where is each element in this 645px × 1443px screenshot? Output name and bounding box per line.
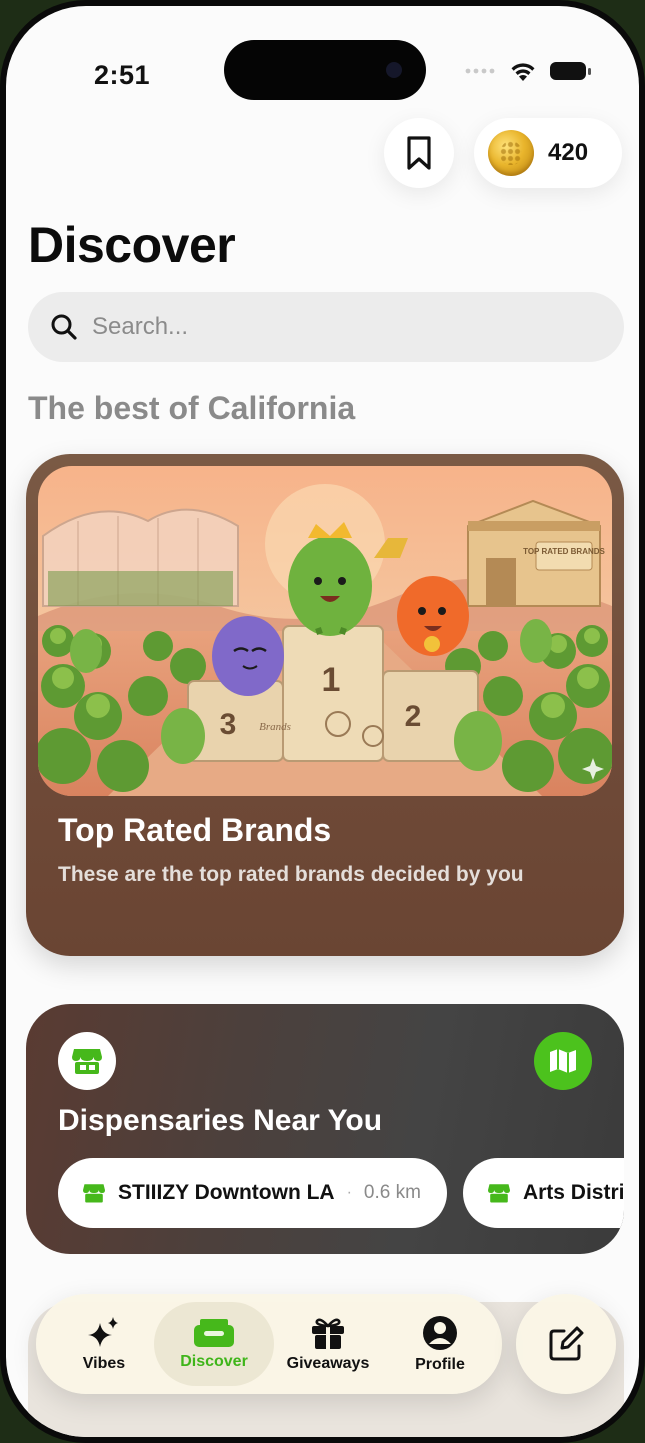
page-title: Discover [28, 217, 236, 273]
tab-bar: Vibes Discover Giveaways Profile [36, 1294, 502, 1394]
dispensary-chip[interactable]: STIIIZY Downtown LA · 0.6 km [58, 1158, 447, 1228]
separator-dot: · [346, 1184, 352, 1201]
person-icon [423, 1316, 457, 1350]
coin-count: 420 [548, 139, 589, 166]
store-icon [487, 1184, 510, 1203]
phone-frame: 2:51 420 Discover Search... The best of … [0, 0, 645, 1443]
third-place-character [212, 616, 284, 696]
bookmark-icon [407, 136, 431, 170]
second-place-character [397, 576, 469, 656]
tray-icon [194, 1319, 234, 1347]
search-input[interactable]: Search... [92, 313, 188, 341]
brands-card-title: Top Rated Brands [58, 812, 332, 848]
dynamic-island [224, 40, 426, 100]
tab-label: Vibes [82, 1355, 126, 1372]
top-rated-brands-card[interactable]: TOP RATED BRANDS 1 2 3 Brands Top Rated … [26, 454, 624, 956]
svg-text:Brands: Brands [259, 721, 291, 733]
compose-button[interactable] [516, 1294, 616, 1394]
svg-text:3: 3 [220, 708, 237, 741]
gift-icon [312, 1318, 344, 1349]
sparkles-icon [88, 1317, 118, 1347]
search-icon [51, 314, 77, 340]
brands-card-subtitle: These are the top rated brands decided b… [58, 863, 524, 886]
svg-text:TOP RATED BRANDS: TOP RATED BRANDS [523, 547, 605, 556]
dispensary-list: STIIIZY Downtown LA · 0.6 km Arts Distri… [58, 1158, 624, 1228]
store-badge [58, 1032, 116, 1090]
section-title: The best of California [28, 390, 356, 426]
svg-text:1: 1 [322, 661, 341, 699]
battery-icon [550, 62, 591, 80]
tab-label: Discover [180, 1353, 248, 1370]
store-icon [83, 1184, 105, 1203]
status-time: 2:51 [94, 60, 151, 90]
dispensaries-title: Dispensaries Near You [58, 1104, 383, 1137]
compose-icon [549, 1326, 584, 1361]
coin-balance-button[interactable]: 420 [474, 118, 622, 188]
tab-label: Giveaways [286, 1355, 370, 1372]
signal-icon [465, 68, 495, 74]
tab-label: Profile [415, 1356, 465, 1373]
greenhouse [42, 508, 239, 607]
map-icon [550, 1049, 576, 1073]
store-icon [72, 1049, 102, 1074]
dispensary-name: STIIIZY Downtown LA [118, 1181, 335, 1204]
bookmark-button[interactable] [384, 118, 454, 188]
screen: 2:51 420 Discover Search... The best of … [6, 6, 639, 1437]
tab-vibes[interactable]: Vibes [54, 1302, 154, 1386]
dispensary-distance: 0.6 km [363, 1182, 421, 1203]
status-icons [465, 60, 593, 82]
dispensary-chip[interactable]: Arts District [462, 1158, 624, 1228]
brands-illustration: TOP RATED BRANDS 1 2 3 Brands [38, 466, 612, 796]
search-bar[interactable]: Search... [28, 292, 624, 362]
svg-text:2: 2 [405, 700, 422, 733]
tab-profile[interactable]: Profile [390, 1302, 490, 1386]
tab-giveaways[interactable]: Giveaways [276, 1302, 380, 1386]
dispensaries-card[interactable]: Dispensaries Near You STIIIZY Downtown L… [26, 1004, 624, 1254]
map-button[interactable] [534, 1032, 592, 1090]
tab-discover[interactable]: Discover [154, 1302, 274, 1386]
coin-icon [488, 130, 534, 176]
dispensary-name: Arts District [522, 1181, 624, 1204]
wifi-icon [511, 63, 535, 81]
